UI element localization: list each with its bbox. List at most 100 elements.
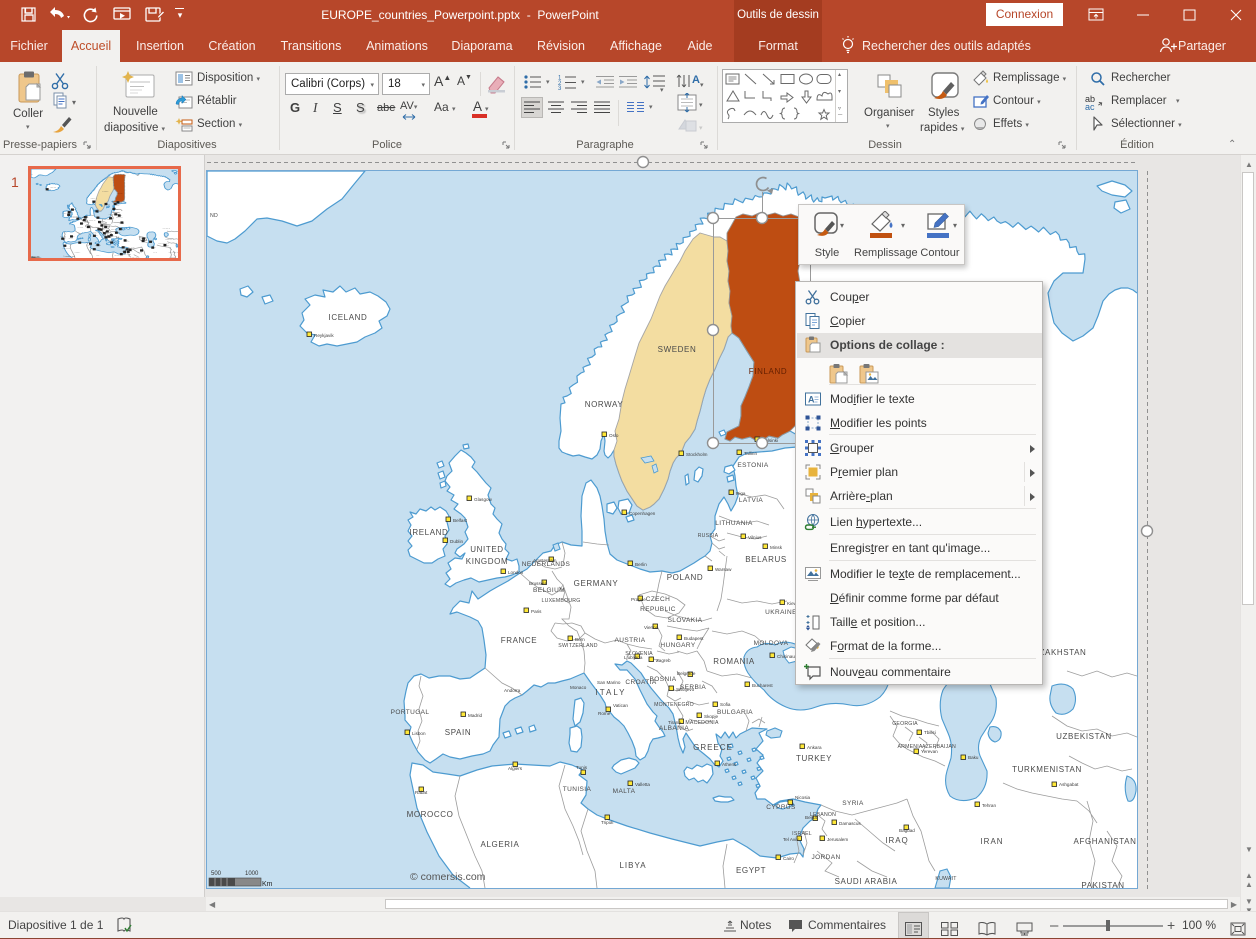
svg-text:LITHUANIA: LITHUANIA <box>715 520 753 527</box>
svg-text:Rome: Rome <box>598 711 611 716</box>
svg-text:ac: ac <box>1085 102 1095 110</box>
svg-text:Damascus: Damascus <box>839 821 861 826</box>
svg-text:LUXEMBOURG: LUXEMBOURG <box>542 598 581 604</box>
svg-text:Tbilisi: Tbilisi <box>924 730 936 735</box>
svg-text:Lisbon: Lisbon <box>412 731 426 736</box>
svg-text:CYPRUS: CYPRUS <box>766 804 796 811</box>
svg-text:Belfast: Belfast <box>453 518 468 523</box>
svg-text:MOROCCO: MOROCCO <box>407 810 454 819</box>
svg-text:Yerevan: Yerevan <box>921 749 938 754</box>
svg-text:Ashgabat: Ashgabat <box>1059 782 1079 787</box>
svg-text:EGYPT: EGYPT <box>736 866 766 875</box>
svg-text:SWEDEN: SWEDEN <box>658 345 697 354</box>
svg-text:AFGHANISTAN: AFGHANISTAN <box>1074 837 1137 846</box>
svg-text:ITALY: ITALY <box>595 688 626 697</box>
svg-text:Bagdad: Bagdad <box>899 828 915 833</box>
svg-text:Rabat: Rabat <box>415 790 428 795</box>
svg-text:Ankara: Ankara <box>807 745 822 750</box>
svg-text:A: A <box>808 395 815 405</box>
svg-text:ALBANIA: ALBANIA <box>659 725 690 732</box>
svg-text:Brussels: Brussels <box>529 581 547 586</box>
svg-text:ZAKHSTAN: ZAKHSTAN <box>1040 648 1087 657</box>
svg-text:GEORGIA: GEORGIA <box>892 721 918 727</box>
svg-text:TUNISIA: TUNISIA <box>563 786 592 793</box>
svg-text:▾: ▾ <box>901 221 905 230</box>
svg-text:ARMENIA: ARMENIA <box>897 744 922 750</box>
svg-text:Vilnius: Vilnius <box>748 535 762 540</box>
svg-text:Valletta: Valletta <box>635 782 650 787</box>
svg-text:MOLDOVA: MOLDOVA <box>754 640 789 647</box>
svg-text:Bucharest: Bucharest <box>752 683 773 688</box>
svg-text:ESTONIA: ESTONIA <box>737 462 768 469</box>
svg-text:▾: ▾ <box>700 82 704 89</box>
svg-text:Budapest: Budapest <box>684 636 704 641</box>
svg-text:POLAND: POLAND <box>667 573 704 582</box>
svg-text:Chisinau: Chisinau <box>777 654 795 659</box>
svg-text:UKRAINE: UKRAINE <box>765 609 797 616</box>
svg-text:Tel Aviv: Tel Aviv <box>783 837 799 842</box>
svg-text:IRELAND: IRELAND <box>410 528 449 537</box>
svg-text:Vatican: Vatican <box>613 703 628 708</box>
svg-text:Copenhagen: Copenhagen <box>629 511 656 516</box>
svg-text:MALTA: MALTA <box>613 788 636 795</box>
svg-text:Prague: Prague <box>631 597 646 602</box>
svg-text:▾: ▾ <box>660 87 664 92</box>
svg-text:PORTUGAL: PORTUGAL <box>391 709 430 716</box>
svg-text:Reykjavik: Reykjavik <box>314 333 334 338</box>
svg-text:Baku: Baku <box>968 755 979 760</box>
svg-text:ROMANIA: ROMANIA <box>713 657 755 666</box>
svg-text:TURKMENISTAN: TURKMENISTAN <box>1012 765 1082 774</box>
svg-text:SAUDI ARABIA: SAUDI ARABIA <box>835 877 898 886</box>
svg-text:Cairo: Cairo <box>783 856 794 861</box>
svg-text:Helsinki: Helsinki <box>762 438 778 443</box>
svg-text:Vienna: Vienna <box>644 625 659 630</box>
svg-text:GERMANY: GERMANY <box>574 579 619 588</box>
svg-text:Tunis: Tunis <box>576 765 588 770</box>
svg-text:KUWAIT: KUWAIT <box>935 876 957 882</box>
svg-text:SWITZERLAND: SWITZERLAND <box>558 643 597 649</box>
svg-text:Dublin: Dublin <box>450 539 463 544</box>
svg-text:Oslo: Oslo <box>609 433 619 438</box>
svg-text:Jerusalem: Jerusalem <box>827 837 848 842</box>
svg-text:Paris: Paris <box>531 609 542 614</box>
svg-text:MONTENEGRO: MONTENEGRO <box>654 702 694 708</box>
svg-text:▾: ▾ <box>699 102 703 109</box>
svg-text:AUSTRIA: AUSTRIA <box>615 637 646 644</box>
svg-text:3: 3 <box>558 86 562 90</box>
svg-text:Sofia: Sofia <box>720 702 731 707</box>
svg-text:LATVIA: LATVIA <box>739 497 764 504</box>
svg-text:Stockholm: Stockholm <box>686 452 708 457</box>
svg-text:JORDAN: JORDAN <box>811 854 840 861</box>
svg-text:Ljubljana: Ljubljana <box>624 655 643 660</box>
svg-text:Andorra: Andorra <box>504 688 521 693</box>
svg-text:CZECH: CZECH <box>646 596 670 603</box>
svg-text:Berlin: Berlin <box>635 562 647 567</box>
svg-text:▾: ▾ <box>840 221 844 230</box>
svg-text:Algiers: Algiers <box>508 766 523 771</box>
svg-text:MACEDONIA: MACEDONIA <box>685 720 719 726</box>
svg-text:IRAN: IRAN <box>980 837 1003 846</box>
svg-text:Monaco: Monaco <box>570 685 587 690</box>
svg-text:BULGARIA: BULGARIA <box>717 709 753 716</box>
svg-text:BOSNIA: BOSNIA <box>650 676 677 683</box>
svg-text:BELGIUM: BELGIUM <box>533 587 565 594</box>
svg-text:SLOVAKIA: SLOVAKIA <box>668 617 703 624</box>
svg-text:ND: ND <box>210 213 218 219</box>
svg-text:REPUBLIC: REPUBLIC <box>640 606 676 613</box>
svg-text:Athens: Athens <box>722 762 737 767</box>
svg-text:BELARUS: BELARUS <box>745 555 787 564</box>
svg-text:ICELAND: ICELAND <box>329 313 368 322</box>
svg-text:Sarajevo: Sarajevo <box>676 687 695 692</box>
svg-text:FRANCE: FRANCE <box>501 636 538 645</box>
svg-text:Madrid: Madrid <box>468 713 482 718</box>
svg-text:Tehran: Tehran <box>982 803 996 808</box>
svg-text:London: London <box>508 570 524 575</box>
svg-text:Skopje: Skopje <box>704 714 718 719</box>
svg-text:UNITED: UNITED <box>470 545 503 554</box>
svg-text:1000: 1000 <box>245 871 259 877</box>
svg-text:LIBYA: LIBYA <box>619 861 646 870</box>
svg-text:Beirut: Beirut <box>805 815 818 820</box>
svg-text:HUNGARY: HUNGARY <box>660 642 695 649</box>
svg-text:▾: ▾ <box>699 125 703 132</box>
svg-text:PAKISTAN: PAKISTAN <box>1081 881 1124 888</box>
